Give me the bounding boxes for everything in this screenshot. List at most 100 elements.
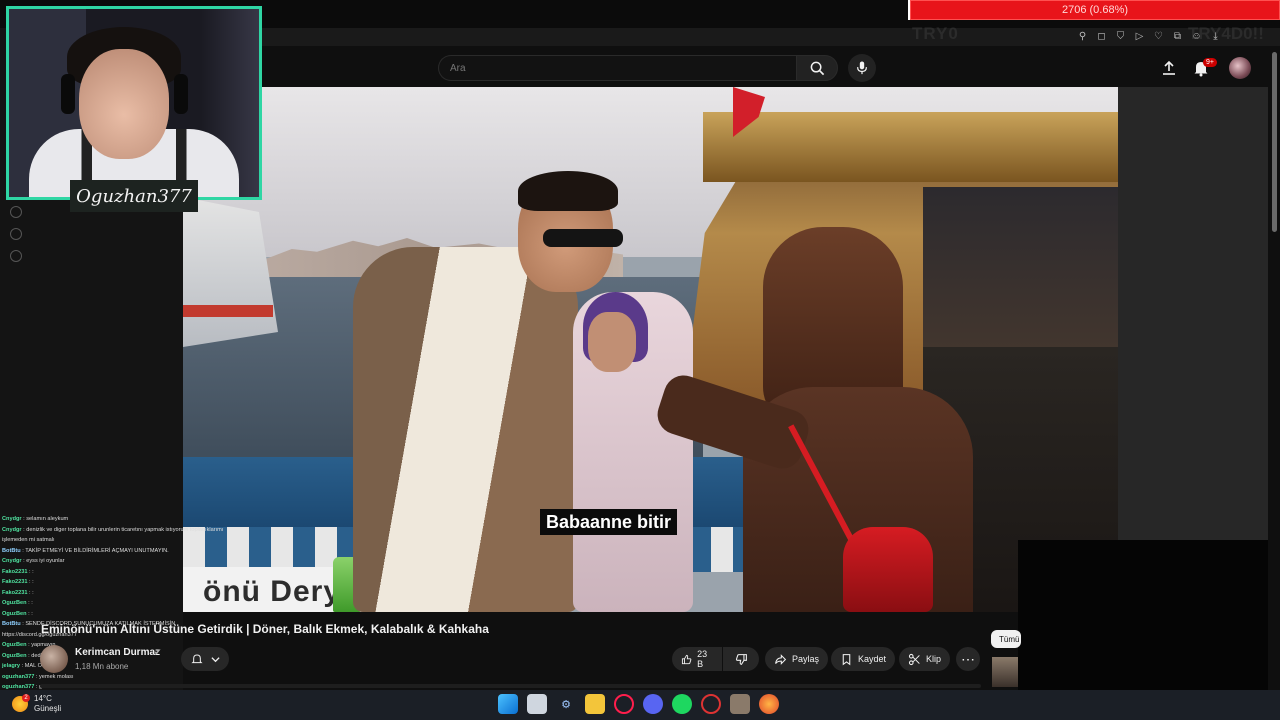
opera-gx-icon[interactable]: [614, 694, 634, 714]
chat-bubble-icon[interactable]: [10, 228, 22, 240]
thumbs-up-icon: [681, 654, 692, 664]
folder-icon[interactable]: [585, 694, 605, 714]
video-grandma-face: [588, 312, 636, 372]
history-icon[interactable]: [10, 206, 22, 218]
chat-text: :: [32, 568, 34, 575]
chat-username[interactable]: Fako2231: [2, 579, 28, 585]
streamer-name-plate: Oguzhan377: [70, 180, 198, 212]
browser-extension-icons: ⚲ ◻ ⛉ ▷ ♡ ⧉ ☺ ⤓: [1076, 30, 1222, 43]
chat-text: yemek molası: [39, 673, 74, 680]
download-icon[interactable]: ⤓: [1209, 30, 1222, 43]
chat-message: Fako2231 : :: [2, 568, 34, 575]
webcam-headset-left: [61, 74, 75, 114]
file-explorer-icon[interactable]: [527, 694, 547, 714]
bookmark-icon: [842, 653, 851, 665]
search-button[interactable]: [796, 55, 838, 81]
heart-icon[interactable]: ♡: [1152, 30, 1165, 43]
channel-name[interactable]: Kerimcan Durmaz: [75, 647, 160, 658]
video-ferry-stripe: [183, 305, 273, 317]
weather-badge: 2: [22, 694, 30, 702]
chat-username[interactable]: Cnydgr: [2, 558, 22, 564]
search-icon: [810, 61, 824, 75]
video-sunglasses: [543, 229, 623, 247]
notification-badge: 9+: [1203, 58, 1217, 67]
share-label: Paylaş: [792, 654, 820, 664]
taskbar-apps: ⚙: [498, 694, 779, 714]
side-icon-column: [10, 206, 22, 262]
chat-username[interactable]: OguzBen: [2, 642, 27, 648]
discord-icon[interactable]: [643, 694, 663, 714]
chat-text: :: [32, 579, 34, 585]
chevron-down-icon: [210, 656, 220, 662]
like-count: 23 B: [697, 649, 708, 669]
chat-username[interactable]: Fako2231: [2, 590, 28, 596]
temperature: 14°C: [34, 694, 52, 703]
chat-text: denizlik ve diger toplana bilir urunleri…: [2, 526, 224, 544]
chat-text: selamın aleykum: [26, 516, 69, 522]
game-launcher-icon[interactable]: [730, 694, 750, 714]
clip-label: Klip: [926, 654, 942, 664]
shield-icon[interactable]: ⛉: [1114, 30, 1127, 43]
filter-chip-all[interactable]: Tümü: [991, 630, 1021, 648]
settings-gear-icon[interactable]: ⚙: [556, 694, 576, 714]
chat-message: Fako2231 : :: [2, 589, 34, 596]
video-man-coat: [353, 247, 578, 612]
video-boat-roof: [703, 112, 1118, 182]
account-avatar[interactable]: [1229, 57, 1251, 79]
chat-message: Cnydgr : selamın aleykum: [2, 516, 69, 522]
chat-username[interactable]: oguzhan377: [2, 674, 34, 680]
windows-start-icon[interactable]: [498, 694, 518, 714]
subscription-bell-button[interactable]: [181, 647, 229, 671]
chat-message: Cnydgr : denizlik ve diger toplana bilir…: [2, 526, 224, 544]
cpu-meter: 2706 (0.68%): [910, 0, 1280, 20]
like-button[interactable]: 23 B: [672, 647, 722, 671]
video-red-bag: [843, 527, 933, 612]
chat-text: :: [31, 610, 33, 617]
chat-username[interactable]: BotBtu: [2, 621, 21, 627]
chat-message: oguzhan377 : yemek molası: [2, 673, 74, 680]
browser-variant-icon[interactable]: [701, 694, 721, 714]
chat-text: :: [31, 600, 33, 606]
chat-message: Cnydgr : eyss iyi oyunlar: [2, 558, 65, 564]
bell-icon: [190, 654, 203, 664]
play-icon[interactable]: ▷: [1133, 30, 1146, 43]
profile-icon[interactable]: ☺: [1190, 30, 1203, 43]
clip-button[interactable]: Klip: [899, 647, 951, 671]
recommended-thumbnail[interactable]: [992, 657, 1018, 687]
chat-username[interactable]: BotBtu: [2, 548, 21, 554]
chat-username[interactable]: jelagry: [2, 663, 20, 669]
create-upload-icon[interactable]: [1160, 59, 1178, 77]
channel-avatar[interactable]: [40, 645, 68, 673]
chat-username[interactable]: OguzBen: [2, 653, 27, 659]
chat-username[interactable]: OguzBen: [2, 611, 27, 617]
description-box-edge[interactable]: [40, 684, 981, 688]
scrollbar-thumb[interactable]: [1272, 52, 1277, 232]
weather-widget[interactable]: 2 14°C Güneşli: [12, 694, 61, 714]
spotify-icon[interactable]: [672, 694, 692, 714]
chat-message: BotBtu : TAKİP ETMEYİ VE BİLDİRİMLERİ AÇ…: [2, 547, 169, 554]
share-button[interactable]: Paylaş: [765, 647, 829, 671]
settings-icon[interactable]: [10, 250, 22, 262]
save-button[interactable]: Kaydet: [831, 647, 896, 671]
more-actions-button[interactable]: ⋯: [956, 647, 980, 671]
secondary-column-lower: [1018, 540, 1268, 700]
pin-icon[interactable]: ⚲: [1076, 30, 1089, 43]
chat-text: :: [32, 589, 34, 596]
screenshot-icon[interactable]: ◻: [1095, 30, 1108, 43]
search-input[interactable]: [438, 55, 796, 81]
chat-username[interactable]: Cnydgr: [2, 516, 22, 522]
screen: 2706 (0.68%) TRY0 TRY4D0!! ⚲ ◻ ⛉ ▷ ♡ ⧉ ☺…: [0, 0, 1280, 720]
microphone-icon: [857, 61, 867, 75]
subscriber-count: 1,18 Mn abone: [75, 662, 129, 671]
video-man-hair: [518, 171, 618, 211]
dislike-button[interactable]: [723, 647, 759, 671]
extensions-icon[interactable]: ⧉: [1171, 30, 1184, 43]
webcam-streamer-face: [79, 49, 169, 159]
scissors-icon: [908, 653, 920, 665]
voice-search-button[interactable]: [848, 54, 876, 82]
chat-message: OguzBen : :: [2, 600, 33, 606]
firefox-icon[interactable]: [759, 694, 779, 714]
chat-username[interactable]: Fako2231: [2, 569, 28, 575]
chat-username[interactable]: OguzBen: [2, 600, 27, 606]
chat-username[interactable]: Cnydgr: [2, 527, 22, 533]
